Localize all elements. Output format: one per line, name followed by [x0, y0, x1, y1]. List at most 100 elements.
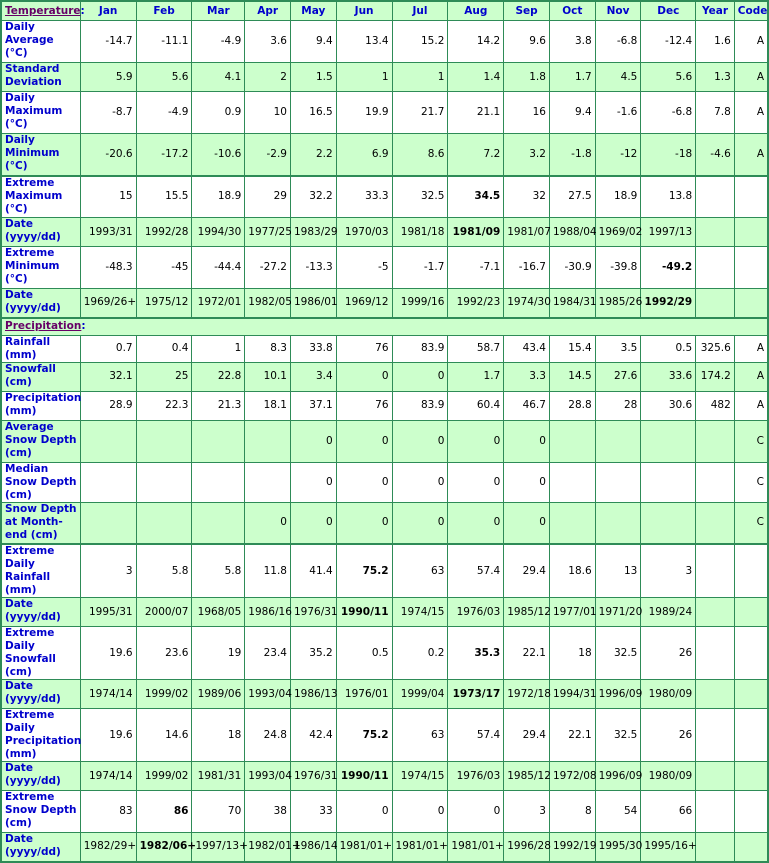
- cell-aug: 1976/03: [447, 597, 505, 627]
- cell-may: 9.4: [289, 20, 337, 63]
- cell-mar: 1972/01: [191, 288, 246, 318]
- cell-aug: 0: [447, 790, 505, 833]
- cell-nov: 28: [594, 390, 642, 421]
- cell-dec: [640, 419, 697, 463]
- cell-jan: 1993/31: [79, 217, 137, 247]
- cell-dec: -18: [640, 133, 697, 176]
- cell-jan: 15: [79, 174, 137, 218]
- cell-mar: 1997/13+: [191, 832, 248, 862]
- cell-apr: [244, 419, 291, 463]
- cell-sep: 1972/18: [503, 679, 551, 709]
- cell-aug: 35.3: [447, 626, 505, 680]
- cell-mar: -10.6: [191, 133, 246, 176]
- cell-year: [695, 679, 735, 709]
- cell-jun: 0: [335, 790, 393, 833]
- cell-feb: 86: [135, 790, 193, 833]
- cell-code: A: [733, 361, 769, 392]
- table-row-daily-minimum: Daily Minimum (°C) -20.6 -17.2 -10.6 -2.9 2.2…: [0, 133, 769, 176]
- cell-dec: 13.8: [640, 174, 697, 218]
- cell-dec: 1980/09: [640, 679, 697, 709]
- cell-jun: 6.9: [335, 133, 393, 176]
- cell-dec: 1980/09: [640, 761, 697, 791]
- cell-jan: -8.7: [79, 91, 137, 134]
- cell-jun: 0: [335, 419, 393, 463]
- cell-jul: 8.6: [391, 133, 449, 176]
- cell-jan: 1969/26+: [79, 288, 137, 318]
- cell-dec: 33.6: [640, 361, 697, 392]
- row-label: Extreme Daily Rainfall (mm): [0, 543, 81, 598]
- cell-feb: [135, 501, 193, 545]
- cell-may: 41.4: [289, 543, 337, 598]
- cell-sep: 46.7: [503, 390, 550, 421]
- cell-code: A: [733, 91, 769, 134]
- header-row: Temperature: Jan Feb Mar Apr May Jun Jul…: [0, 0, 769, 21]
- cell-dec: 1995/16+: [640, 832, 697, 862]
- cell-jun: 76: [335, 390, 393, 421]
- table-row-precipitation: Precipitation (mm) 28.9 22.3 21.3 18.1 37.1 76…: [0, 390, 769, 421]
- cell-year: -4.6: [695, 133, 735, 176]
- row-label: Precipitation (mm): [0, 390, 81, 421]
- cell-apr: 10.1: [244, 361, 291, 392]
- cell-apr: 8.3: [244, 334, 291, 363]
- col-header-jun: Jun: [335, 0, 393, 21]
- cell-aug: -7.1: [447, 246, 505, 289]
- table-row-extreme-daily-rainfall: Extreme Daily Rainfall (mm) 3 5.8 5.8 11.8 41…: [0, 543, 769, 598]
- cell-sep: 3.2: [503, 133, 550, 176]
- cell-feb: [135, 461, 193, 503]
- cell-aug: 60.4: [447, 390, 505, 421]
- cell-mar: 70: [191, 790, 246, 833]
- cell-feb: 1982/06+: [135, 832, 196, 862]
- cell-oct: 1988/04: [548, 217, 597, 247]
- cell-nov: 1995/30: [594, 832, 642, 862]
- cell-jul: 0: [391, 461, 449, 503]
- cell-code: A: [733, 334, 769, 363]
- cell-year: 325.6: [695, 334, 735, 363]
- cell-code: A: [733, 20, 769, 63]
- cell-year: 482: [695, 390, 735, 421]
- cell-jun: 1976/01: [335, 679, 393, 709]
- cell-jun: 76: [335, 334, 393, 363]
- cell-oct: 1977/01: [548, 597, 597, 627]
- cell-apr: 38: [244, 790, 291, 833]
- cell-oct: 3.8: [548, 20, 596, 63]
- cell-may: 16.5: [289, 91, 337, 134]
- cell-jul: 1974/15: [391, 597, 449, 627]
- cell-mar: [191, 501, 246, 545]
- row-label: Date (yyyy/dd): [0, 679, 81, 709]
- cell-nov: 3.5: [594, 334, 642, 363]
- cell-year: [695, 790, 735, 833]
- cell-jan: 19.6: [79, 708, 137, 762]
- row-label: Date (yyyy/dd): [0, 288, 81, 318]
- cell-apr: 10: [244, 91, 291, 134]
- col-header-nov: Nov: [594, 0, 642, 21]
- cell-may: 2.2: [289, 133, 337, 176]
- row-label: Snow Depth at Month-end (cm): [0, 501, 81, 545]
- cell-year: [695, 246, 735, 289]
- cell-feb: 1992/28: [135, 217, 193, 247]
- cell-sep: -16.7: [503, 246, 550, 289]
- cell-feb: [135, 419, 193, 463]
- cell-feb: -4.9: [135, 91, 193, 134]
- temperature-link[interactable]: Temperature: [5, 5, 81, 17]
- cell-sep: 1985/12: [503, 761, 551, 791]
- cell-dec: 0.5: [640, 334, 697, 363]
- table-row-date: Date (yyyy/dd) 1995/31 2000/07 1968/05 1986/…: [0, 597, 769, 627]
- col-header-code: Code: [733, 0, 769, 21]
- cell-aug: 57.4: [447, 543, 505, 598]
- cell-dec: 30.6: [640, 390, 697, 421]
- row-label: Median Snow Depth (cm): [0, 461, 81, 503]
- cell-jan: 28.9: [79, 390, 137, 421]
- cell-feb: 1999/02: [135, 679, 193, 709]
- cell-dec: 1992/29: [640, 288, 697, 318]
- col-header-jul: Jul: [391, 0, 449, 21]
- cell-may: 1976/31: [289, 597, 338, 627]
- cell-mar: 1989/06: [191, 679, 246, 709]
- cell-oct: 9.4: [548, 91, 596, 134]
- cell-apr: -27.2: [244, 246, 291, 289]
- cell-sep: 43.4: [503, 334, 550, 363]
- cell-mar: 1981/31: [191, 761, 246, 791]
- cell-jan: 83: [79, 790, 137, 833]
- cell-sep: 1981/07: [503, 217, 551, 247]
- cell-year: [695, 461, 735, 503]
- precipitation-link[interactable]: Precipitation: [5, 320, 81, 332]
